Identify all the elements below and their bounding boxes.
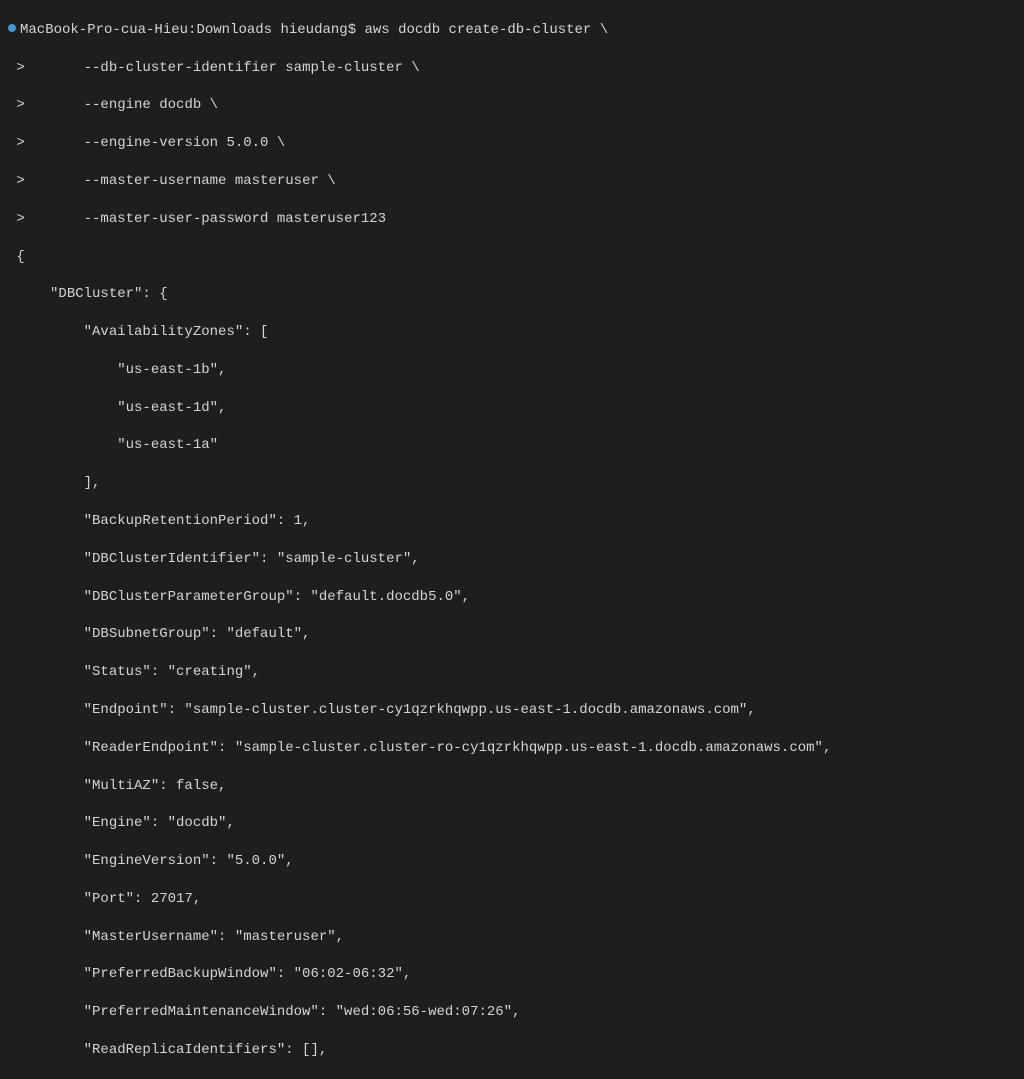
prompt-line: MacBook-Pro-cua-Hieu:Downloads hieudang$… bbox=[8, 21, 1016, 40]
output-line: "BackupRetentionPeriod": 1, bbox=[8, 512, 1016, 531]
continuation-line: > --engine docdb \ bbox=[8, 96, 1016, 115]
output-line: "DBClusterParameterGroup": "default.docd… bbox=[8, 588, 1016, 607]
output-line: "EngineVersion": "5.0.0", bbox=[8, 852, 1016, 871]
output-line: { bbox=[8, 248, 1016, 267]
output-line: "ReadReplicaIdentifiers": [], bbox=[8, 1041, 1016, 1060]
status-dot-icon bbox=[8, 24, 16, 32]
continuation-line: > --db-cluster-identifier sample-cluster… bbox=[8, 59, 1016, 78]
continuation-line: > --engine-version 5.0.0 \ bbox=[8, 134, 1016, 153]
output-line: "us-east-1a" bbox=[8, 436, 1016, 455]
output-line: "PreferredBackupWindow": "06:02-06:32", bbox=[8, 965, 1016, 984]
command-text: aws docdb create-db-cluster \ bbox=[365, 22, 609, 38]
terminal-window[interactable]: MacBook-Pro-cua-Hieu:Downloads hieudang$… bbox=[0, 0, 1024, 1079]
output-line: ], bbox=[8, 474, 1016, 493]
output-line: "DBCluster": { bbox=[8, 285, 1016, 304]
output-line: "AvailabilityZones": [ bbox=[8, 323, 1016, 342]
shell-prompt: MacBook-Pro-cua-Hieu:Downloads hieudang$ bbox=[20, 22, 365, 38]
output-line: "Port": 27017, bbox=[8, 890, 1016, 909]
continuation-line: > --master-username masteruser \ bbox=[8, 172, 1016, 191]
output-line: "MultiAZ": false, bbox=[8, 777, 1016, 796]
output-line: "MasterUsername": "masteruser", bbox=[8, 928, 1016, 947]
output-line: "PreferredMaintenanceWindow": "wed:06:56… bbox=[8, 1003, 1016, 1022]
output-line: "us-east-1b", bbox=[8, 361, 1016, 380]
continuation-line: > --master-user-password masteruser123 bbox=[8, 210, 1016, 229]
output-line: "DBSubnetGroup": "default", bbox=[8, 625, 1016, 644]
output-line: "Endpoint": "sample-cluster.cluster-cy1q… bbox=[8, 701, 1016, 720]
output-line: "DBClusterIdentifier": "sample-cluster", bbox=[8, 550, 1016, 569]
output-line: "ReaderEndpoint": "sample-cluster.cluste… bbox=[8, 739, 1016, 758]
output-line: "Status": "creating", bbox=[8, 663, 1016, 682]
output-line: "Engine": "docdb", bbox=[8, 814, 1016, 833]
output-line: "us-east-1d", bbox=[8, 399, 1016, 418]
